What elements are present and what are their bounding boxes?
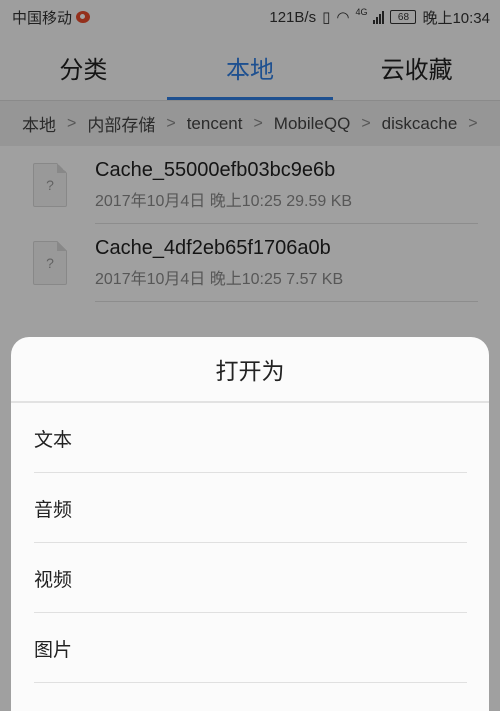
option-video[interactable]: 视频: [11, 543, 489, 613]
open-as-sheet: 打开为 文本 音频 视频 图片: [11, 337, 489, 711]
option-image[interactable]: 图片: [11, 613, 489, 683]
sheet-title: 打开为: [11, 337, 489, 403]
option-text[interactable]: 文本: [11, 403, 489, 473]
option-audio[interactable]: 音频: [11, 473, 489, 543]
